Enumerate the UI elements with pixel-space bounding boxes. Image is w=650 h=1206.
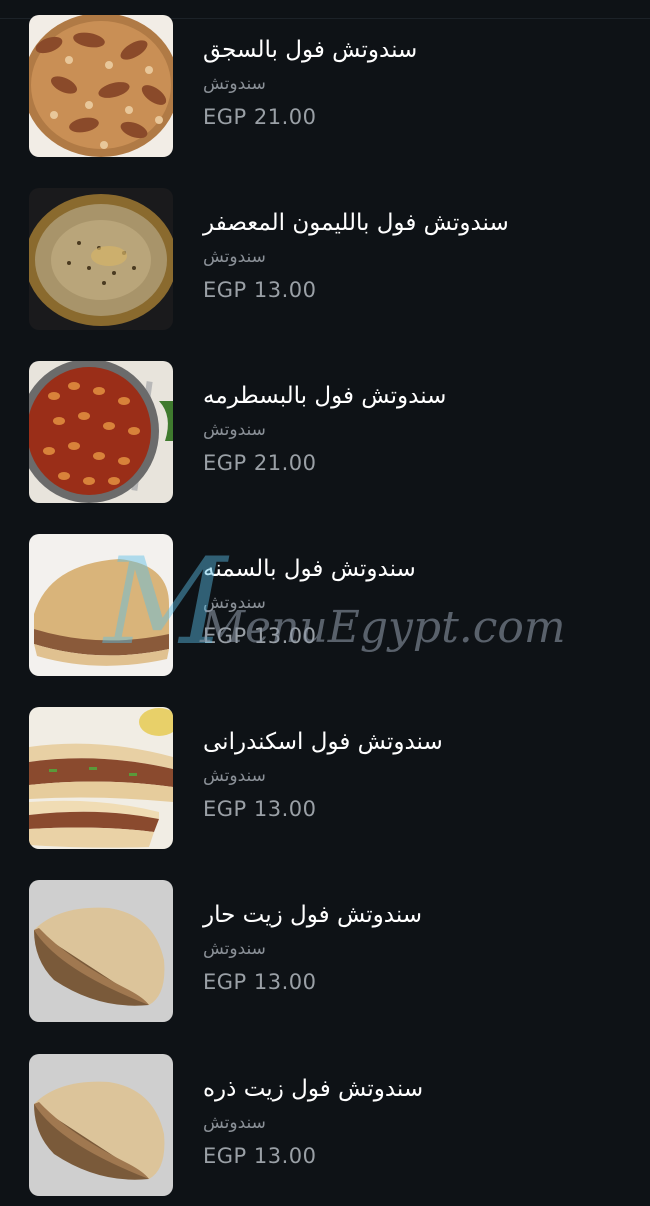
food-photo [29,534,173,676]
item-category: سندوتش [203,1113,266,1133]
food-photo [29,1054,173,1196]
menu-item-pastrami[interactable]: سندوتش فول بالبسطرمه سندوتش EGP 21.00 [0,361,650,511]
menu-item-hot-oil[interactable]: سندوتش فول زيت حار سندوتش EGP 13.00 [0,880,650,1030]
item-name: سندوتش فول زيت حار [203,902,423,928]
food-photo [29,707,173,849]
item-name: سندوتش فول بالسمنه [203,556,416,582]
item-category: سندوتش [203,593,266,613]
menu-item-lemon[interactable]: سندوتش فول بالليمون المعصفر سندوتش EGP 1… [0,188,650,338]
item-price: EGP 21.00 [203,105,317,129]
food-photo [29,188,173,330]
item-category: سندوتش [203,939,266,959]
food-photo [29,361,173,503]
item-category: سندوتش [203,247,266,267]
item-price: EGP 13.00 [203,1144,317,1168]
food-photo [29,15,173,157]
item-price: EGP 13.00 [203,970,317,994]
menu-item-sausage[interactable]: سندوتش فول بالسجق سندوتش EGP 21.00 [0,15,650,165]
item-category: سندوتش [203,74,266,94]
item-name: سندوتش فول بالليمون المعصفر [203,210,509,236]
menu-item-ghee[interactable]: سندوتش فول بالسمنه سندوتش EGP 13.00 [0,534,650,684]
item-name: سندوتش فول زيت ذره [203,1076,424,1102]
item-price: EGP 13.00 [203,797,317,821]
item-name: سندوتش فول بالسجق [203,37,418,63]
menu-item-alexandrian[interactable]: سندوتش فول اسكندرانى سندوتش EGP 13.00 [0,707,650,857]
item-category: سندوتش [203,766,266,786]
menu-item-corn-oil[interactable]: سندوتش فول زيت ذره سندوتش EGP 13.00 [0,1054,650,1204]
item-price: EGP 21.00 [203,451,317,475]
item-price: EGP 13.00 [203,278,317,302]
food-photo [29,880,173,1022]
item-name: سندوتش فول اسكندرانى [203,729,443,755]
item-price: EGP 13.00 [203,624,317,648]
item-category: سندوتش [203,420,266,440]
item-name: سندوتش فول بالبسطرمه [203,383,447,409]
